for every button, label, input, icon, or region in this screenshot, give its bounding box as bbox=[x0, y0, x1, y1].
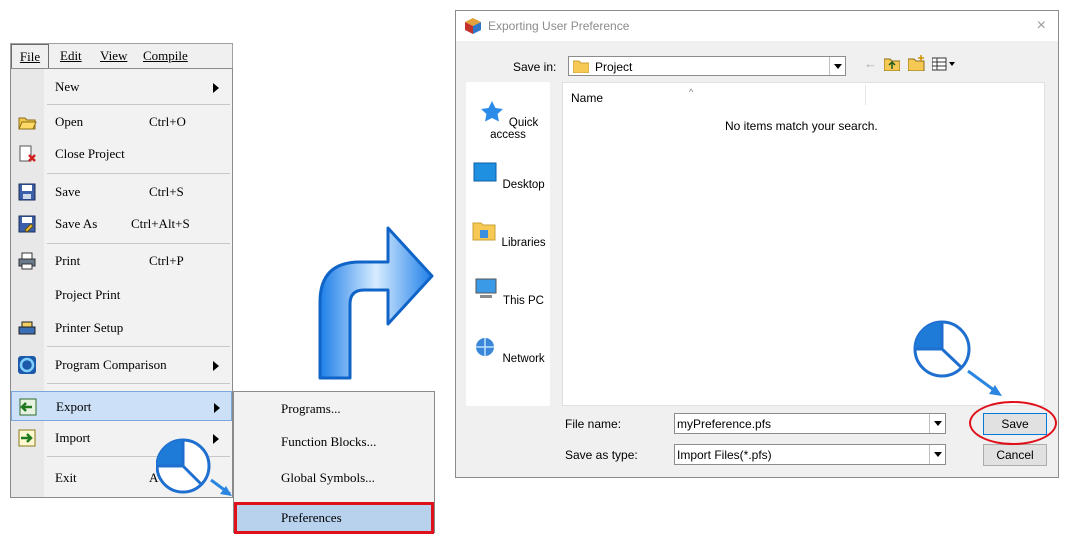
menu-separator bbox=[47, 346, 230, 347]
dialog-titlebar: Exporting User Preference × bbox=[456, 11, 1058, 41]
menu-item-new[interactable]: New bbox=[11, 72, 232, 102]
up-folder-icon[interactable] bbox=[884, 57, 900, 71]
file-name-label: File name: bbox=[565, 417, 622, 431]
save-as-icon bbox=[18, 215, 36, 233]
new-folder-icon[interactable] bbox=[908, 55, 926, 71]
view-menu-icon[interactable] bbox=[932, 57, 956, 71]
menu-item-export[interactable]: Export bbox=[11, 391, 232, 421]
menu-separator bbox=[47, 104, 230, 105]
save-as-type-label: Save as type: bbox=[565, 448, 638, 462]
menu-item-program-comparison[interactable]: Program Comparison bbox=[11, 350, 232, 380]
flow-arrow-icon bbox=[318, 226, 434, 380]
submenu-arrow-icon bbox=[213, 361, 219, 371]
star-icon bbox=[480, 101, 503, 122]
menu-item-printer-setup[interactable]: Printer Setup bbox=[11, 313, 232, 343]
libraries-icon bbox=[472, 222, 496, 241]
cancel-button[interactable]: Cancel bbox=[983, 444, 1047, 466]
menu-separator bbox=[47, 383, 230, 384]
menu-item-save-as[interactable]: Save As Ctrl+Alt+S bbox=[11, 209, 232, 239]
submenu-arrow-icon bbox=[213, 83, 219, 93]
network-icon bbox=[476, 338, 495, 356]
desktop-icon bbox=[473, 162, 497, 182]
place-quick-access[interactable]: Quick access bbox=[466, 100, 550, 141]
column-divider[interactable] bbox=[865, 85, 866, 105]
click-indicator-pie-icon bbox=[913, 320, 1002, 396]
place-network[interactable]: Network bbox=[466, 336, 550, 365]
save-in-combo[interactable]: Project bbox=[568, 56, 846, 76]
export-submenu: Programs... Function Blocks... Global Sy… bbox=[233, 391, 435, 534]
submenu-arrow-icon bbox=[214, 403, 220, 413]
import-icon bbox=[18, 429, 36, 447]
printer-icon bbox=[18, 252, 36, 270]
file-name-input[interactable]: myPreference.pfs bbox=[674, 413, 946, 434]
computer-icon bbox=[475, 278, 497, 298]
menu-item-open[interactable]: Open Ctrl+O bbox=[11, 107, 232, 137]
menu-view[interactable]: View bbox=[100, 48, 127, 64]
menu-separator bbox=[47, 243, 230, 244]
menu-item-close-project[interactable]: Close Project bbox=[11, 139, 232, 169]
close-project-icon bbox=[19, 145, 36, 162]
place-this-pc[interactable]: This PC bbox=[466, 278, 550, 307]
submenu-item-global-symbols[interactable]: Global Symbols... bbox=[234, 462, 434, 494]
chevron-down-icon[interactable] bbox=[929, 414, 945, 433]
submenu-item-preferences[interactable]: Preferences bbox=[234, 502, 434, 534]
menu-item-print[interactable]: Print Ctrl+P bbox=[11, 246, 232, 276]
printer-setup-icon bbox=[18, 321, 36, 335]
menu-item-project-print[interactable]: Project Print bbox=[11, 280, 232, 310]
menu-bar: File Edit View Compile bbox=[10, 43, 233, 69]
app-cube-icon bbox=[465, 18, 481, 34]
save-in-label: Save in: bbox=[513, 60, 557, 74]
places-bar: Quick access Desktop Libraries This PC N… bbox=[466, 82, 550, 406]
back-arrow-icon[interactable]: ← bbox=[864, 56, 877, 71]
column-header-name[interactable]: Name bbox=[571, 91, 603, 105]
menu-item-save[interactable]: Save Ctrl+S bbox=[11, 177, 232, 207]
empty-message: No items match your search. bbox=[725, 119, 878, 133]
menu-file[interactable]: File bbox=[11, 44, 49, 69]
save-as-type-select[interactable]: Import Files(*.pfs) bbox=[674, 444, 946, 465]
sort-up-icon: ^ bbox=[689, 87, 694, 97]
menu-compile[interactable]: Compile bbox=[143, 48, 188, 64]
submenu-item-programs[interactable]: Programs... bbox=[234, 393, 434, 425]
folder-icon bbox=[573, 60, 589, 73]
menu-separator bbox=[47, 173, 230, 174]
submenu-item-function-blocks[interactable]: Function Blocks... bbox=[234, 426, 434, 458]
export-icon bbox=[19, 398, 37, 416]
click-indicator-pie-icon bbox=[156, 438, 232, 496]
place-libraries[interactable]: Libraries bbox=[466, 220, 550, 249]
chevron-down-icon[interactable] bbox=[929, 445, 945, 464]
save-disk-icon bbox=[18, 183, 36, 201]
place-desktop[interactable]: Desktop bbox=[466, 162, 550, 191]
menu-edit[interactable]: Edit bbox=[60, 48, 82, 64]
close-icon[interactable]: × bbox=[1037, 17, 1046, 35]
program-comparison-icon bbox=[18, 356, 36, 374]
dialog-title: Exporting User Preference bbox=[488, 19, 630, 33]
open-folder-icon bbox=[18, 117, 37, 130]
chevron-down-icon[interactable] bbox=[829, 57, 845, 75]
